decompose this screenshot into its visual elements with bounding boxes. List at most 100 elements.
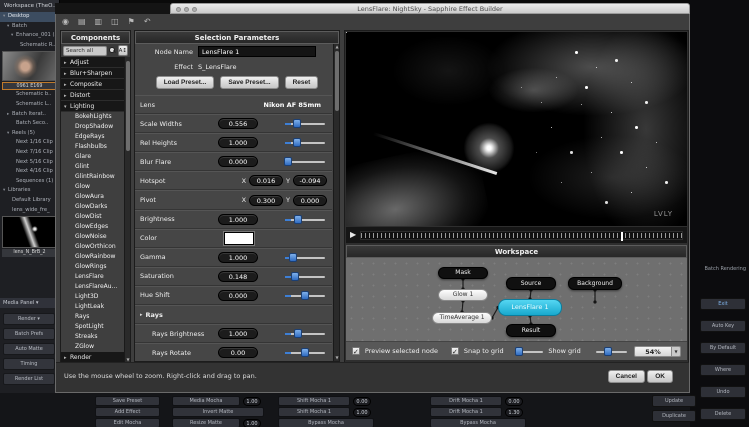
bottom-button[interactable]: Invert Matte: [172, 407, 264, 417]
bottom-button[interactable]: Add Effect: [95, 407, 160, 417]
component-item-spotlight[interactable]: SpotLight: [61, 322, 130, 332]
save-preset-button[interactable]: Save Preset...: [220, 76, 278, 89]
component-item-lightleak[interactable]: LightLeak: [61, 302, 130, 312]
left-button-render[interactable]: Render ▾: [3, 313, 55, 325]
value-field[interactable]: 0.00: [218, 347, 258, 358]
dialog-titlebar[interactable]: LensFlare: NightSky - Sapphire Effect Bu…: [170, 3, 690, 14]
left-button-automatte[interactable]: Auto Matte: [3, 343, 55, 355]
component-item-glowrainbow[interactable]: GlowRainbow: [61, 252, 130, 262]
sort-button[interactable]: A↕: [118, 45, 128, 56]
slider-handle[interactable]: [301, 291, 309, 300]
slider-handle[interactable]: [294, 329, 302, 338]
param-slider[interactable]: [285, 138, 325, 147]
component-item-bokehlights[interactable]: BokehLights: [61, 112, 130, 122]
ok-button[interactable]: OK: [647, 370, 673, 383]
component-item-glowedges[interactable]: GlowEdges: [61, 222, 130, 232]
bottom-button[interactable]: Bypass Mocha: [278, 418, 374, 427]
value-field[interactable]: 1.000: [218, 214, 258, 225]
category-adjust[interactable]: ▸Adjust: [61, 57, 130, 68]
flag-icon[interactable]: ⚑: [128, 16, 135, 28]
play-button[interactable]: ▶: [350, 227, 356, 243]
tree-item-next116clip[interactable]: Next 1/16 Clip: [0, 138, 59, 148]
component-item-zglow[interactable]: ZGlow: [61, 342, 130, 352]
clip-thumbnail[interactable]: [2, 51, 57, 81]
bottom-button[interactable]: Edit Mocha: [95, 418, 160, 427]
param-slider[interactable]: [285, 119, 325, 128]
right-button-delete[interactable]: Delete: [700, 408, 746, 420]
scroll-down-icon[interactable]: ▼: [334, 355, 340, 361]
parameters-scrollbar[interactable]: ▲ ▼: [333, 44, 339, 361]
load-preset-button[interactable]: Load Preset...: [156, 76, 215, 89]
param-slider[interactable]: [285, 253, 325, 262]
grid-size-slider[interactable]: [517, 347, 544, 356]
component-item-glowdarks[interactable]: GlowDarks: [61, 202, 130, 212]
node-mask[interactable]: Mask: [438, 267, 488, 279]
bottom-value-field[interactable]: 1.00: [353, 408, 371, 417]
tree-item-sequences1[interactable]: Sequences (1): [0, 177, 59, 187]
node-graph[interactable]: MaskGlow 1TimeAverage 1SourceBackgroundL…: [346, 258, 687, 341]
undo-icon[interactable]: ↶: [144, 16, 151, 28]
component-item-streaks[interactable]: Streaks: [61, 332, 130, 342]
right-button-where[interactable]: Where: [700, 364, 746, 376]
right-button-bydefault[interactable]: By Default: [700, 342, 746, 354]
component-item-flashbulbs[interactable]: Flashbulbs: [61, 142, 130, 152]
param-slider[interactable]: [285, 291, 325, 300]
right-button-exit[interactable]: Exit: [700, 298, 746, 310]
component-item-rays[interactable]: Rays: [61, 312, 130, 322]
bottom-value-field[interactable]: 1.00: [243, 397, 261, 406]
component-item-dropshadow[interactable]: DropShadow: [61, 122, 130, 132]
zoom-dropdown[interactable]: 54% ▼: [634, 346, 681, 357]
component-item-gloworthicon[interactable]: GlowOrthicon: [61, 242, 130, 252]
slider-handle[interactable]: [289, 253, 297, 262]
bottom-value-field[interactable]: 1.00: [243, 419, 261, 427]
right-button-autokey[interactable]: Auto Key: [700, 320, 746, 332]
component-item-glint[interactable]: Glint: [61, 162, 130, 172]
playhead[interactable]: [621, 232, 623, 241]
bottom-button[interactable]: Bypass Mocha: [430, 418, 526, 427]
tree-item-schematicb[interactable]: Schematic b..: [0, 90, 59, 100]
component-item-lensflareau[interactable]: LensFlareAu...: [61, 282, 130, 292]
param-slider[interactable]: [285, 215, 325, 224]
bottom-button[interactable]: Resize Matte: [172, 418, 240, 427]
tree-item-batch[interactable]: ▾Batch: [0, 22, 59, 32]
left-button-renderlist[interactable]: Render List: [3, 373, 55, 385]
workspace-zoom-slider[interactable]: [596, 347, 627, 356]
clip-thumbnail[interactable]: [2, 216, 57, 248]
bottom-button[interactable]: Drift Mocha 1: [430, 396, 502, 406]
cancel-button[interactable]: Cancel: [608, 370, 645, 383]
category-blur+sharpen[interactable]: ▸Blur+Sharpen: [61, 68, 130, 79]
category-composite[interactable]: ▸Composite: [61, 79, 130, 90]
param-slider[interactable]: [285, 157, 325, 166]
x-value-field[interactable]: 0.016: [249, 175, 283, 186]
tree-item-batchiterat[interactable]: ▸Batch Iterat..: [0, 110, 59, 120]
tree-item-defaultlibrary[interactable]: Default Library: [0, 196, 59, 206]
scroll-up-icon[interactable]: ▲: [334, 44, 340, 50]
slider-handle[interactable]: [284, 157, 292, 166]
component-item-glow[interactable]: Glow: [61, 182, 130, 192]
node-lensflare[interactable]: LensFlare 1: [498, 299, 562, 316]
timeline-ruler[interactable]: [360, 231, 683, 240]
component-item-glowaura[interactable]: GlowAura: [61, 192, 130, 202]
component-item-glownoise[interactable]: GlowNoise: [61, 232, 130, 242]
left-button-batchprefs[interactable]: Batch Prefs: [3, 328, 55, 340]
node-name-input[interactable]: [198, 46, 316, 57]
y-value-field[interactable]: -0.094: [293, 175, 327, 186]
bottom-button[interactable]: Save Preset: [95, 396, 160, 406]
media-panel-header[interactable]: Media Panel ▾: [0, 298, 60, 308]
tree-item-next716clip[interactable]: Next 7/16 Clip: [0, 148, 59, 158]
tree-item-next416clip[interactable]: Next 4/16 Clip: [0, 167, 59, 177]
component-item-glintrainbow[interactable]: GlintRainbow: [61, 172, 130, 182]
node-time1[interactable]: TimeAverage 1: [432, 312, 492, 324]
slider-handle[interactable]: [291, 272, 299, 281]
color-swatch[interactable]: [224, 232, 254, 245]
x-value-field[interactable]: 0.300: [249, 195, 283, 206]
right-button-duplicate[interactable]: Duplicate: [652, 410, 696, 422]
param-slider[interactable]: [285, 329, 325, 338]
category-distort[interactable]: ▸Distort: [61, 90, 130, 101]
save-icon[interactable]: ◫: [111, 16, 119, 28]
search-input[interactable]: [63, 46, 107, 56]
node-background[interactable]: Background: [568, 277, 622, 290]
value-field[interactable]: 1.000: [218, 252, 258, 263]
tree-item-batchseco[interactable]: Batch Seco..: [0, 119, 59, 129]
twirl-icon[interactable]: ▸: [140, 312, 143, 318]
